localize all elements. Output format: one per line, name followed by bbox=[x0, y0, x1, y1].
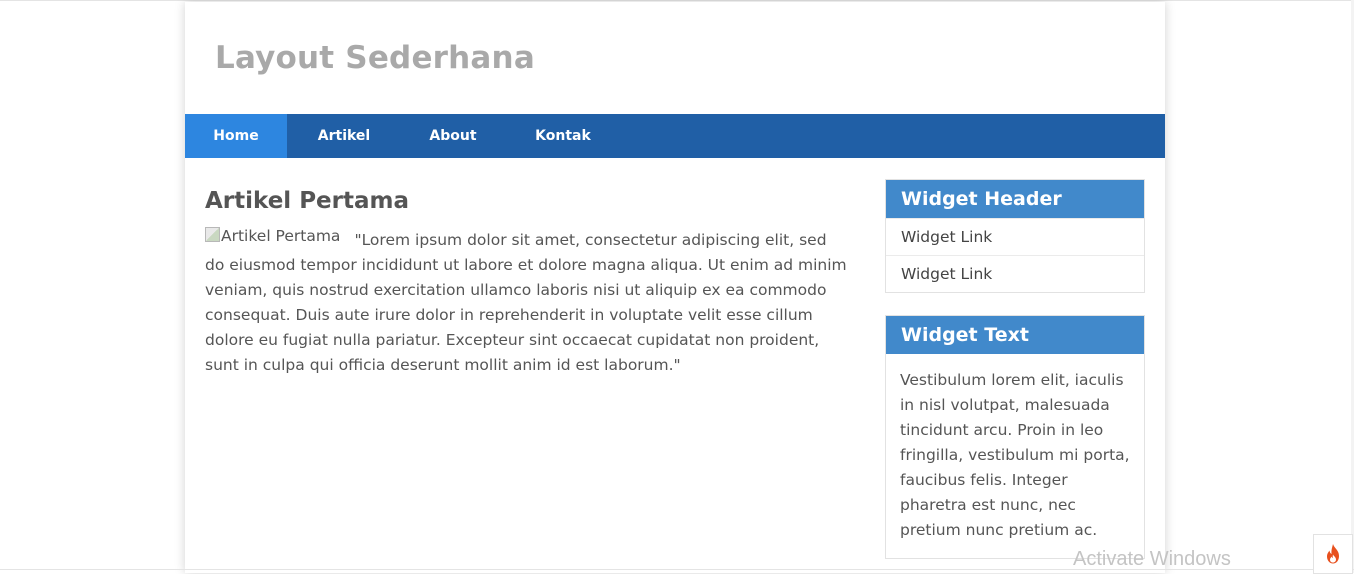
nav-item-kontak[interactable]: Kontak bbox=[505, 114, 621, 158]
widget-text-header: Widget Text bbox=[886, 316, 1144, 354]
top-rule bbox=[0, 0, 1354, 1]
sidebar: Widget Header Widget Link Widget Link Wi… bbox=[885, 179, 1145, 559]
nav-item-artikel[interactable]: Artikel bbox=[287, 114, 401, 158]
site-header: Layout Sederhana bbox=[185, 2, 1165, 114]
main-nav: Home Artikel About Kontak bbox=[185, 114, 1165, 158]
page-container: Layout Sederhana Home Artikel About Kont… bbox=[185, 2, 1165, 573]
article-body-container: Artikel Pertama "Lorem ipsum dolor sit a… bbox=[205, 227, 847, 378]
broken-image-icon bbox=[205, 227, 220, 242]
article-title: Artikel Pertama bbox=[205, 188, 409, 214]
flame-button[interactable] bbox=[1313, 534, 1353, 574]
widget-text-body: Vestibulum lorem elit, iaculis in nisl v… bbox=[900, 371, 1130, 539]
nav-item-home[interactable]: Home bbox=[185, 114, 287, 158]
site-title[interactable]: Layout Sederhana bbox=[215, 40, 535, 76]
widget-link[interactable]: Widget Link bbox=[886, 255, 1144, 292]
article-text: "Lorem ipsum dolor sit amet, consectetur… bbox=[205, 231, 847, 374]
nav-item-about[interactable]: About bbox=[401, 114, 505, 158]
activate-windows-watermark: Activate Windows bbox=[1073, 548, 1231, 570]
flame-icon bbox=[1327, 544, 1339, 564]
article-image-alt: Artikel Pertama bbox=[221, 227, 341, 245]
article: Artikel Pertama Artikel Pertama "Lorem i… bbox=[205, 188, 847, 378]
widget-links: Widget Header Widget Link Widget Link bbox=[885, 179, 1145, 293]
widget-link[interactable]: Widget Link bbox=[886, 218, 1144, 255]
article-image: Artikel Pertama bbox=[205, 224, 340, 249]
widget-text: Widget Text Vestibulum lorem elit, iacul… bbox=[885, 315, 1145, 559]
widget-header: Widget Header bbox=[886, 180, 1144, 218]
